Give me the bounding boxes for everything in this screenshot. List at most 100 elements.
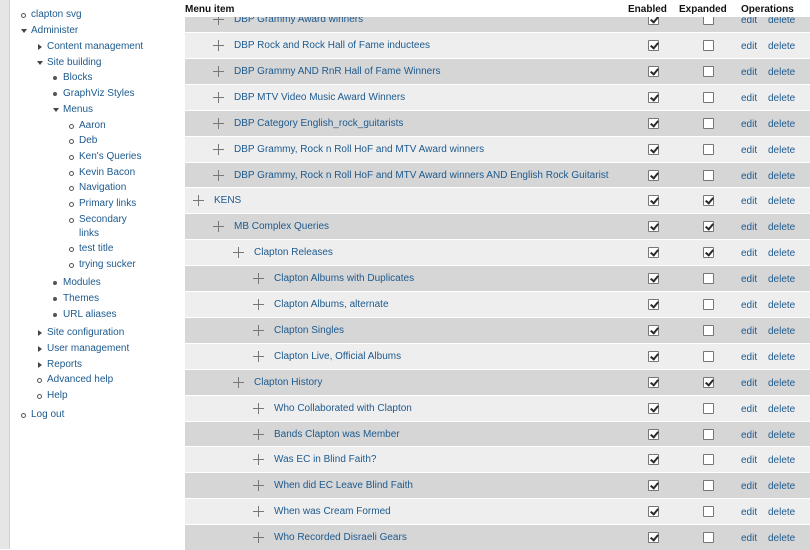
sidebar-item-label[interactable]: clapton svg	[31, 9, 82, 20]
drag-handle-icon[interactable]	[233, 247, 244, 258]
drag-handle-icon[interactable]	[253, 429, 264, 440]
enabled-checkbox[interactable]	[648, 506, 659, 517]
enabled-checkbox[interactable]	[648, 532, 659, 543]
enabled-checkbox[interactable]	[648, 480, 659, 491]
menu-item-link[interactable]: DBP Rock and Rock Hall of Fame inductees	[234, 40, 430, 51]
sidebar-item-label[interactable]: Blocks	[63, 72, 92, 83]
delete-link[interactable]: delete	[768, 533, 795, 544]
sidebar-item-label[interactable]: GraphViz Styles	[63, 88, 135, 99]
drag-handle-icon[interactable]	[213, 40, 224, 51]
delete-link[interactable]: delete	[768, 378, 795, 389]
sidebar-item-site-configuration[interactable]: Site configuration	[47, 327, 124, 339]
drag-handle-icon[interactable]	[253, 403, 264, 414]
expanded-checkbox[interactable]	[703, 66, 714, 77]
drag-handle-icon[interactable]	[253, 273, 264, 284]
enabled-checkbox[interactable]	[648, 325, 659, 336]
sidebar-item-label[interactable]: Ken's Queries	[79, 151, 142, 162]
sidebar-item-label[interactable]: Help	[47, 390, 68, 401]
enabled-checkbox[interactable]	[648, 170, 659, 181]
edit-link[interactable]: edit	[741, 300, 757, 311]
sidebar-item-label[interactable]: Menus	[63, 104, 93, 115]
menu-item-link[interactable]: Clapton Live, Official Albums	[274, 351, 401, 362]
expanded-checkbox[interactable]	[703, 40, 714, 51]
menu-item-link[interactable]: DBP Category English_rock_guitarists	[234, 118, 403, 129]
menu-item-link[interactable]: Who Recorded Disraeli Gears	[274, 532, 407, 543]
edit-link[interactable]: edit	[741, 326, 757, 337]
delete-link[interactable]: delete	[768, 196, 795, 207]
sidebar-item-label[interactable]: Deb	[79, 135, 97, 146]
menu-item-link[interactable]: Who Collaborated with Clapton	[274, 403, 412, 414]
sidebar-item-themes[interactable]: Themes	[63, 293, 99, 305]
delete-link[interactable]: delete	[768, 430, 795, 441]
sidebar-item-log-out[interactable]: Log out	[31, 409, 64, 421]
sidebar-item-menus[interactable]: Menus	[63, 104, 93, 116]
drag-handle-icon[interactable]	[253, 532, 264, 543]
sidebar-item-primary-links[interactable]: Primary links	[79, 198, 136, 210]
expanded-checkbox[interactable]	[703, 506, 714, 517]
delete-link[interactable]: delete	[768, 67, 795, 78]
delete-link[interactable]: delete	[768, 145, 795, 156]
edit-link[interactable]: edit	[741, 119, 757, 130]
enabled-checkbox[interactable]	[648, 351, 659, 362]
drag-handle-icon[interactable]	[213, 144, 224, 155]
delete-link[interactable]: delete	[768, 455, 795, 466]
sidebar-item-label[interactable]: Reports	[47, 359, 82, 370]
enabled-checkbox[interactable]	[648, 118, 659, 129]
menu-item-link[interactable]: DBP MTV Video Music Award Winners	[234, 92, 405, 103]
sidebar-item-label[interactable]: Administer	[31, 25, 78, 36]
sidebar-item-modules[interactable]: Modules	[63, 277, 101, 289]
delete-link[interactable]: delete	[768, 352, 795, 363]
expanded-checkbox[interactable]	[703, 195, 714, 206]
sidebar-item-content-management[interactable]: Content management	[47, 41, 143, 53]
menu-item-link[interactable]: When did EC Leave Blind Faith	[274, 480, 413, 491]
enabled-checkbox[interactable]	[648, 403, 659, 414]
enabled-checkbox[interactable]	[648, 221, 659, 232]
sidebar-item-label[interactable]: Secondary	[79, 214, 127, 225]
expanded-arrow-icon[interactable]	[53, 108, 59, 112]
delete-link[interactable]: delete	[768, 274, 795, 285]
drag-handle-icon[interactable]	[213, 66, 224, 77]
edit-link[interactable]: edit	[741, 533, 757, 544]
sidebar-item-label[interactable]: Primary links	[79, 198, 136, 209]
expanded-checkbox[interactable]	[703, 299, 714, 310]
collapsed-arrow-icon[interactable]	[38, 362, 42, 368]
enabled-checkbox[interactable]	[648, 299, 659, 310]
menu-item-link[interactable]: Clapton Singles	[274, 325, 344, 336]
collapsed-arrow-icon[interactable]	[38, 330, 42, 336]
menu-item-link[interactable]: Bands Clapton was Member	[274, 429, 400, 440]
edit-link[interactable]: edit	[741, 507, 757, 518]
sidebar-item-label[interactable]: Modules	[63, 277, 101, 288]
sidebar-item-label[interactable]: trying sucker	[79, 259, 136, 270]
sidebar-item-label[interactable]: Site configuration	[47, 327, 124, 338]
sidebar-item-label[interactable]: Site building	[47, 57, 101, 68]
menu-item-link[interactable]: Clapton Albums with Duplicates	[274, 273, 414, 284]
sidebar-item-label[interactable]: Themes	[63, 293, 99, 304]
delete-link[interactable]: delete	[768, 248, 795, 259]
drag-handle-icon[interactable]	[213, 92, 224, 103]
drag-handle-icon[interactable]	[213, 170, 224, 181]
expanded-checkbox[interactable]	[703, 351, 714, 362]
drag-handle-icon[interactable]	[253, 351, 264, 362]
sidebar-item-deb[interactable]: Deb	[79, 135, 97, 147]
delete-link[interactable]: delete	[768, 119, 795, 130]
sidebar-item-links[interactable]: links	[79, 228, 99, 240]
menu-item-link[interactable]: MB Complex Queries	[234, 221, 329, 232]
sidebar-item-label[interactable]: Kevin Bacon	[79, 167, 135, 178]
drag-handle-icon[interactable]	[253, 506, 264, 517]
edit-link[interactable]: edit	[741, 404, 757, 415]
sidebar-item-label[interactable]: Advanced help	[47, 374, 113, 385]
expanded-checkbox[interactable]	[703, 118, 714, 129]
sidebar-item-label[interactable]: test title	[79, 243, 113, 254]
delete-link[interactable]: delete	[768, 326, 795, 337]
menu-item-link[interactable]: DBP Grammy AND RnR Hall of Fame Winners	[234, 66, 441, 77]
edit-link[interactable]: edit	[741, 171, 757, 182]
edit-link[interactable]: edit	[741, 41, 757, 52]
expanded-checkbox[interactable]	[703, 144, 714, 155]
menu-item-link[interactable]: Clapton History	[254, 377, 322, 388]
menu-item-link[interactable]: KENS	[214, 195, 241, 206]
delete-link[interactable]: delete	[768, 404, 795, 415]
enabled-checkbox[interactable]	[648, 195, 659, 206]
sidebar-item-help[interactable]: Help	[47, 390, 68, 402]
sidebar-item-label[interactable]: Log out	[31, 409, 64, 420]
enabled-checkbox[interactable]	[648, 92, 659, 103]
